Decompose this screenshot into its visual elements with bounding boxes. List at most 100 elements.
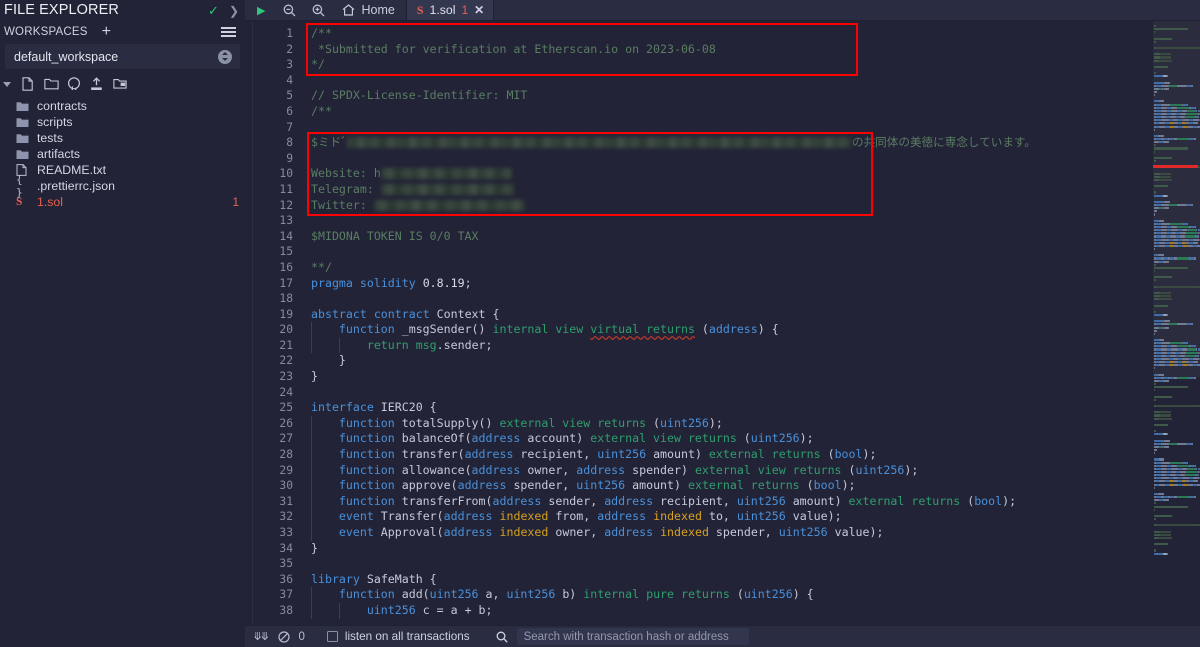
code-line[interactable]: 8 $ミドﾞ の共同体の美徳に専念しています。 [253,135,1200,151]
file-tree-item-contracts[interactable]: contracts [0,98,245,114]
code-line[interactable]: 37 function add(uint256 a, uint256 b) in… [253,587,1200,603]
chevron-right-icon[interactable]: ❯ [229,5,239,17]
workspace-select[interactable]: default_workspace [5,44,240,69]
minimap-line [1154,455,1200,457]
minimap-line [1154,445,1200,448]
code-line[interactable]: 33 event Approval(address indexed owner,… [253,525,1200,541]
file-tree-item-artifacts[interactable]: artifacts [0,146,245,162]
code-line[interactable]: 6 /** [253,104,1200,120]
code-editor[interactable]: 1 /** 2 *Submitted for verification at Eth… [245,21,1200,625]
code-line[interactable]: 10 Website: h [253,166,1200,182]
code-line[interactable]: 5 // SPDX-License-Identifier: MIT [253,88,1200,104]
collapse-triangle-icon[interactable] [3,81,11,87]
code-line[interactable]: 9 [253,151,1200,167]
minimap-line [1154,370,1200,372]
tab-1-sol[interactable]: S 1.sol 1 ✕ [405,0,495,20]
code-line[interactable]: 4 [253,73,1200,89]
code-line[interactable]: 32 event Transfer(address indexed from, … [253,509,1200,525]
minimap-token [1159,56,1172,59]
search-input[interactable] [516,628,749,645]
minimap-token [1154,411,1160,414]
double-chevron-down-icon[interactable]: ⤋⤋ [253,630,270,643]
minimap-token [1182,119,1190,122]
code-line[interactable]: 27 function balanceOf(address account) e… [253,431,1200,448]
code-line[interactable]: 31 function transferFrom(address sender,… [253,493,1200,510]
code-line[interactable]: 30 function approve(address spender, uin… [253,478,1200,494]
indent-guide [311,478,312,494]
code-line[interactable]: 25 interface IERC20 { [253,400,1200,416]
github-icon[interactable] [67,77,81,91]
code-line[interactable]: 22 } [253,353,1200,369]
code-line[interactable]: 13 [253,213,1200,229]
file-tree-item-1-sol[interactable]: S 1.sol 1 [0,194,245,210]
minimap-token [1163,81,1170,84]
tab-home[interactable]: Home [333,0,405,20]
code-line[interactable]: 17 pragma solidity 0.8.19; [253,276,1200,292]
code-line[interactable]: 26 function totalSupply() external view … [253,415,1200,432]
minimap-token [1194,257,1196,260]
code-line[interactable]: 19 abstract contract Context { [253,307,1200,323]
file-tree-item-tests[interactable]: tests [0,130,245,146]
code-line[interactable]: 28 function transfer(address recipient, … [253,447,1200,463]
file-tree-item-label: tests [37,131,63,145]
upload-file-icon[interactable] [90,77,104,91]
zoom-in-icon[interactable] [304,0,333,20]
file-tree-item-readme-txt[interactable]: README.txt [0,162,245,178]
code-line[interactable]: 23} [253,369,1200,385]
code-line[interactable]: 12 Twitter: [253,198,1200,214]
code-line[interactable]: 24 [253,385,1200,401]
zoom-out-icon[interactable] [275,0,304,20]
close-icon[interactable]: ✕ [474,3,484,17]
code-line[interactable]: 21 return msg.sender; [253,337,1200,354]
listen-on-all-transactions-checkbox[interactable] [326,631,338,642]
minimap-line [1154,395,1200,398]
code-line[interactable]: 11 Telegram: [253,182,1200,198]
code-surface[interactable]: 1 /** 2 *Submitted for verification at Eth… [253,21,1200,625]
code-line[interactable]: 34} [253,541,1200,557]
minimap-token [1154,247,1155,251]
minimap-token [1185,474,1195,477]
file-tree-item-prettierrc-json[interactable]: { } .prettierrc.json [0,173,245,199]
file-tree-item-scripts[interactable]: scripts [0,114,245,130]
new-file-icon[interactable] [21,77,35,91]
workspace-menu-icon[interactable] [221,26,236,38]
code-line[interactable]: 38 uint256 c = a + b; [253,602,1200,619]
play-icon[interactable]: ▶ [245,0,275,20]
new-folder-icon[interactable] [44,77,59,91]
code-token: add( [394,587,430,602]
code-token: spender) [625,462,695,477]
chevron-updown-icon[interactable] [218,49,232,64]
code-line[interactable]: 29 function allowance(address owner, add… [253,462,1200,479]
code-line[interactable]: 16 **/ [253,260,1200,276]
minimap-line [1154,505,1200,508]
code-line[interactable]: 7 [253,120,1200,136]
minimap-token [1187,461,1189,464]
editor-minimap[interactable] [1145,21,1200,625]
code-line[interactable]: 3 */ [253,57,1200,73]
code-line[interactable]: 20 function _msgSender() internal view v… [253,322,1200,338]
line-text: /** [301,26,1200,42]
code-line[interactable]: 36 library SafeMath { [253,572,1200,588]
code-line[interactable]: 2 *Submitted for verification at Ethersc… [253,42,1200,58]
solidity-file-icon: S [16,196,23,208]
code-line[interactable]: 1 /** [253,26,1200,42]
code-line[interactable]: 18 [253,291,1200,307]
upload-folder-icon[interactable] [113,77,127,91]
minimap-token [1154,452,1155,455]
code-line[interactable]: 14 $MIDONA TOKEN IS 0/0 TAX [253,229,1200,245]
no-entry-icon[interactable] [278,630,291,643]
home-icon [342,4,355,16]
minimap-line [1154,512,1200,514]
code-token: function [338,431,395,446]
minimap-token [1169,222,1182,225]
minimap-line [1154,207,1200,210]
add-workspace-button[interactable]: + [102,24,111,40]
minimap-token [1154,499,1159,502]
minimap-token [1160,442,1170,445]
minimap-line [1154,235,1200,238]
code-line[interactable]: 35 [253,556,1200,572]
code-line[interactable]: 15 [253,244,1200,260]
code-lines[interactable]: 1 /** 2 *Submitted for verification at Eth… [253,26,1200,619]
